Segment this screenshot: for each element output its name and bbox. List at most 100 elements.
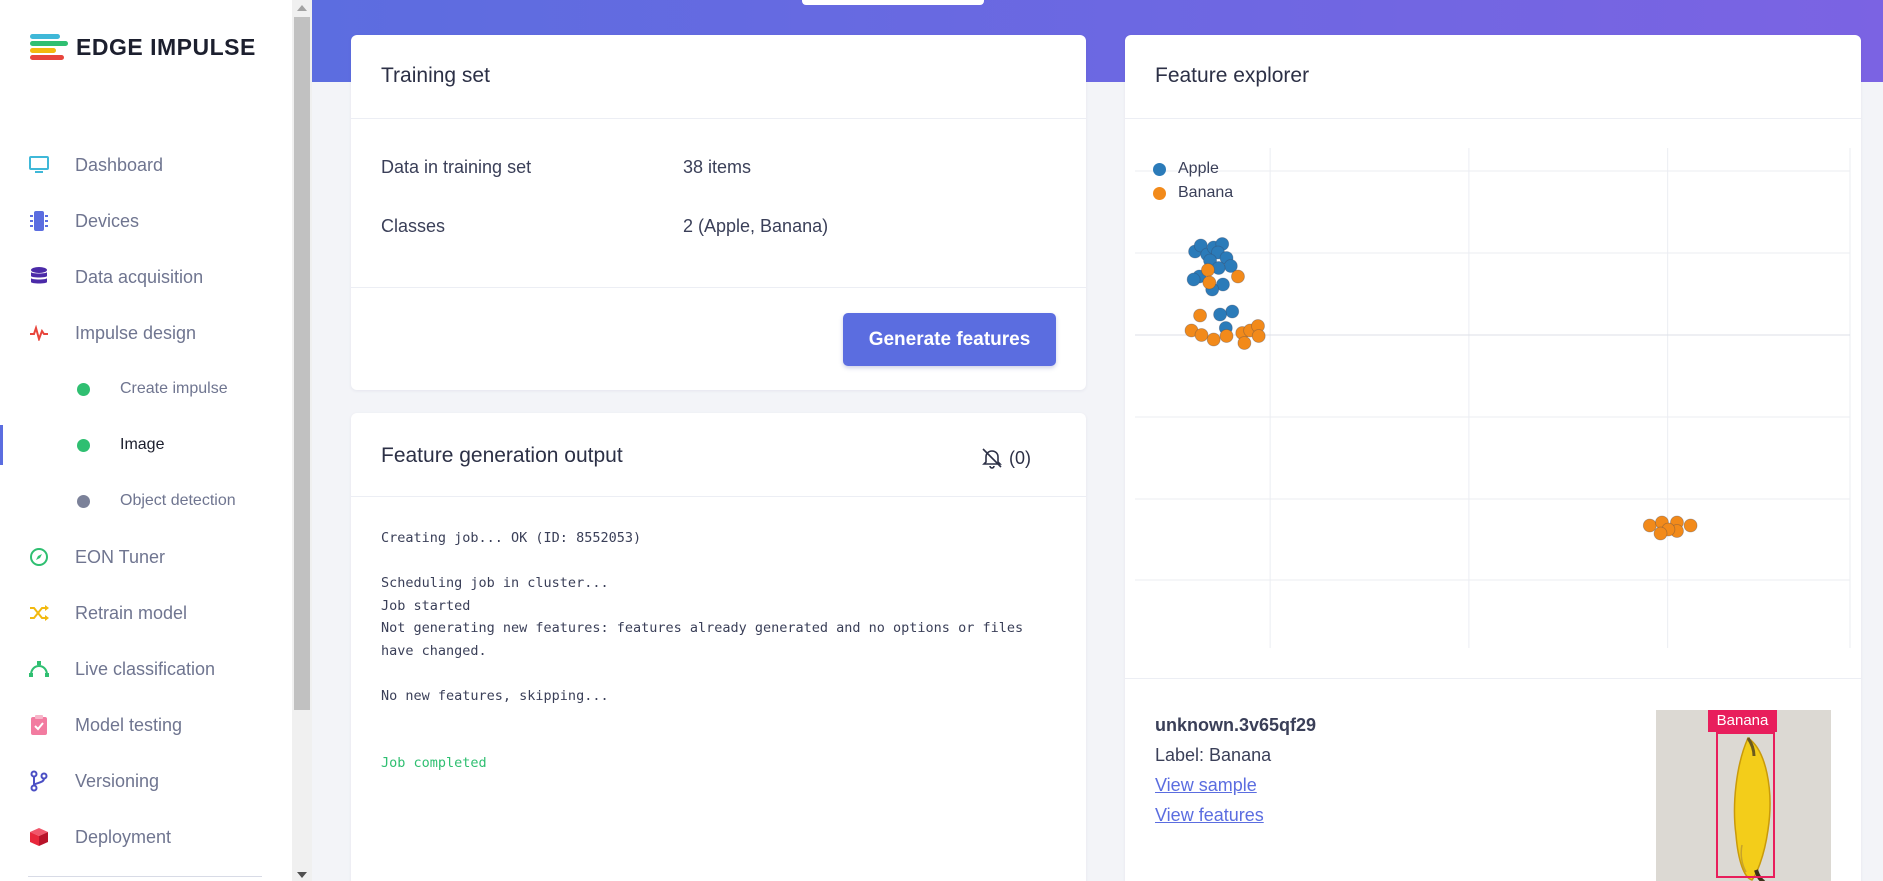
legend-label: Apple [1178,160,1219,177]
log-line-completed: Job completed [381,755,487,771]
sidebar-item-deployment[interactable]: Deployment [0,809,292,865]
sidebar-item-retrain-model[interactable]: Retrain model [0,585,292,641]
sidebar-item-label: Versioning [75,770,160,791]
clipboard-check-icon [28,714,50,736]
data-point-apple[interactable] [1186,272,1201,287]
data-point-banana[interactable] [1642,518,1657,533]
sidebar-item-label: Dashboard [75,154,164,175]
data-point-banana[interactable] [1653,526,1668,541]
divider [351,287,1086,288]
sidebar-item-label: Retrain model [75,602,188,623]
log-line: No new features, skipping... [381,687,609,704]
database-icon [28,266,50,288]
log-line: Not generating new features: features al… [381,620,1024,636]
card-title: Training set [381,64,490,87]
sidebar-item-model-testing[interactable]: Model testing [0,697,292,753]
cube-icon [28,826,50,848]
data-point-banana[interactable] [1251,329,1266,343]
sidebar-item-label: Impulse design [75,322,197,343]
status-dot [77,494,90,508]
sidebar-item-label: Deployment [75,826,172,847]
chip-icon [28,210,50,232]
sidebar-item-impulse-design[interactable]: Impulse design [0,305,292,361]
shuffle-icon [28,602,50,624]
card-title: Feature generation output [381,444,623,467]
bell-off-icon [982,448,1002,469]
data-point-banana[interactable] [1202,275,1217,290]
data-point-banana[interactable] [1683,518,1698,533]
sample-label: Label: Banana [1155,745,1272,765]
sidebar-item-live-classification[interactable]: Live classification [0,641,292,697]
bounding-box-label: Banana [1708,710,1777,732]
brand-name: EDGE IMPULSE [76,33,256,60]
data-point-banana[interactable] [1231,269,1245,284]
sample-id: unknown.3v65qf29 [1155,715,1317,735]
classes-value: 2 (Apple, Banana) [683,216,829,236]
sidebar-item-data-acquisition[interactable]: Data acquisition [0,249,292,305]
bezier-icon [28,658,50,680]
data-point-apple[interactable] [1225,304,1240,319]
sidebar-item-create-impulse[interactable]: Create impulse [0,361,292,417]
scroll-up-arrow-icon[interactable] [297,5,307,11]
sidebar-scrollbar[interactable] [292,0,312,881]
legend-item-banana[interactable]: Banana [1153,181,1233,205]
sidebar: EDGE IMPULSE Dashboard Devices Data acqu… [0,0,292,881]
data-point-banana[interactable] [1219,329,1234,343]
sidebar-item-devices[interactable]: Devices [0,193,292,249]
branch-icon [28,770,50,792]
classes-label: Classes [381,216,446,236]
sidebar-item-label: Image [120,436,165,453]
sidebar-item-label: Model testing [75,714,183,735]
data-point-banana[interactable] [1194,328,1209,342]
training-data-value: 38 items [683,157,752,177]
log-line: Creating job... OK (ID: 8552053) [381,530,642,546]
log-line: have changed. [381,642,487,659]
log-line: Scheduling job in cluster... [381,575,609,591]
generate-features-button[interactable]: Generate features [843,313,1056,366]
divider [1125,678,1861,679]
legend-item-apple[interactable]: Apple [1153,157,1233,181]
logo-icon [30,32,68,62]
bounding-box [1716,732,1775,878]
data-point-banana[interactable] [1193,308,1207,323]
log-line: Job started [381,597,471,614]
sample-thumbnail[interactable]: Banana [1656,710,1831,881]
scroll-down-arrow-icon[interactable] [297,872,307,878]
sidebar-item-label: Object detection [120,492,236,509]
monitor-icon [28,154,50,176]
sidebar-item-dashboard[interactable]: Dashboard [0,137,292,193]
view-sample-link[interactable]: View sample [1155,775,1257,796]
status-dot [77,438,90,452]
data-point-banana[interactable] [1206,332,1221,347]
legend-label: Banana [1178,184,1234,201]
divider [28,876,262,877]
sidebar-item-versioning[interactable]: Versioning [0,753,292,809]
feature-output-card: Feature generation output (0) Creating j… [351,413,1086,881]
divider [351,496,1086,497]
sidebar-item-label: Devices [75,210,140,231]
sidebar-item-object-detection[interactable]: Object detection [0,473,292,529]
feature-scatter-plot[interactable] [1125,35,1861,675]
data-point-banana[interactable] [1201,263,1215,277]
legend-marker [1153,162,1166,176]
active-tab-indicator [802,0,984,5]
sidebar-item-label: Data acquisition [75,266,204,287]
data-point-banana[interactable] [1237,336,1252,350]
logo[interactable]: EDGE IMPULSE [30,32,256,62]
sidebar-item-image[interactable]: Image [0,417,292,473]
scroll-thumb[interactable] [294,17,310,710]
training-data-label: Data in training set [381,157,532,177]
sidebar-item-eon-tuner[interactable]: EON Tuner [0,529,292,585]
pulse-icon [28,322,50,344]
legend-marker [1153,186,1166,200]
log-output: Creating job... OK (ID: 8552053) Schedul… [381,527,1023,775]
notifications-toggle[interactable]: (0) [981,447,1031,469]
chart-legend: Apple Banana [1153,157,1233,205]
view-features-link[interactable]: View features [1155,805,1264,826]
training-set-card: Training set Data in training set 38 ite… [351,35,1086,390]
data-point-apple[interactable] [1213,307,1227,322]
sidebar-item-label: Create impulse [120,380,228,397]
